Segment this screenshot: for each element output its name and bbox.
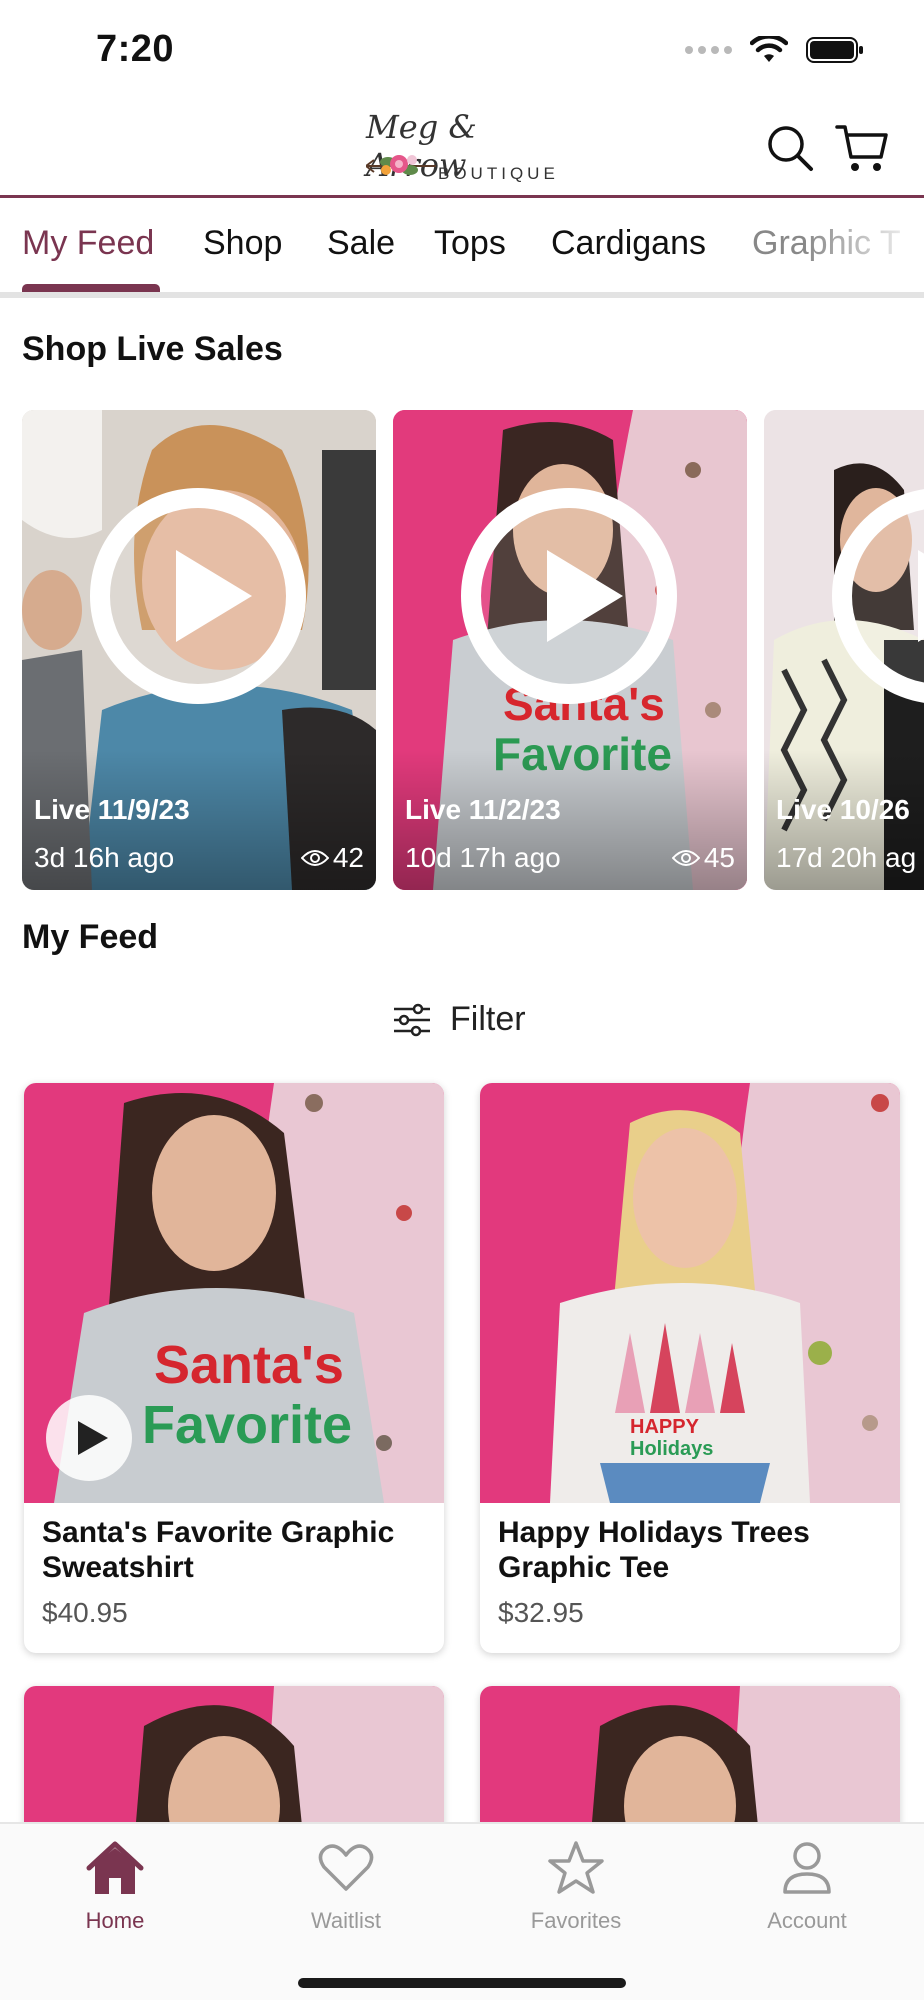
brand-logo[interactable]: Meg & Arrow BOUTIQUE [362,106,562,190]
nav-home[interactable]: Home [35,1836,195,1934]
nav-waitlist-label: Waitlist [310,1908,382,1933]
product-price: $32.95 [498,1597,584,1628]
live-date: Live 10/26 [776,794,910,825]
product-card[interactable]: HAPPY Holidays Happy Holidays Trees Grap… [480,1083,900,1653]
wifi-icon [750,36,788,62]
bottom-tab-bar: Home Waitlist Favorites Account [0,1822,924,2000]
live-date: Live 11/2/23 [405,794,561,825]
filter-sliders-icon [394,1003,430,1036]
nav-home-label: Home [85,1908,145,1933]
live-sale-card[interactable]: Live 11/9/23 3d 16h ago 42 [22,410,376,890]
product-name[interactable]: Happy Holidays Trees Graphic Tee [498,1515,878,1585]
eye-icon [300,850,329,866]
tab-shop[interactable]: Shop [203,224,282,263]
home-indicator [298,1978,626,1988]
my-feed-title: My Feed [22,918,159,956]
live-date: Live 11/9/23 [34,794,190,825]
status-icons [685,36,864,64]
home-icon [86,1841,144,1894]
cellular-signal-icon [685,46,732,54]
cart-button[interactable] [834,120,890,176]
product-price: $40.95 [42,1597,128,1628]
tab-cardigans[interactable]: Cardigans [551,224,706,263]
live-time-ago: 17d 20h ag [776,842,917,873]
product-name[interactable]: Santa's Favorite Graphic Sweatshirt [42,1515,422,1585]
view-count: 42 [300,842,364,874]
nav-favorites-label: Favorites [530,1908,622,1933]
status-bar: 7:20 [0,0,924,100]
nav-account-label: Account [767,1908,847,1933]
app-header: Meg & Arrow BOUTIQUE [0,100,924,198]
flower-arrow-icon [366,155,436,175]
tab-my-feed[interactable]: My Feed [22,224,154,263]
svg-text:Santa's: Santa's [154,1335,344,1395]
live-sale-card[interactable]: Santa's Favorite Live 11/2/23 10d 17h ag… [393,410,747,890]
eye-icon [671,850,700,866]
heart-icon [318,1844,374,1891]
nav-favorites[interactable]: Favorites [496,1836,656,1934]
product-photo: HAPPY Holidays [480,1083,900,1503]
play-icon[interactable] [90,488,306,704]
play-icon[interactable] [461,488,677,704]
live-sale-card[interactable]: Live 10/26 17d 20h ag [764,410,924,890]
status-time: 7:20 [96,28,175,70]
live-sales-title: Shop Live Sales [22,330,283,368]
cart-icon [835,125,888,171]
search-icon [768,126,813,171]
battery-icon [806,37,863,63]
live-time-ago: 3d 16h ago [34,842,175,873]
filter-label: Filter [450,1000,526,1038]
svg-text:Holidays: Holidays [630,1438,713,1460]
product-image[interactable]: HAPPY Holidays [480,1083,900,1503]
svg-text:Favorite: Favorite [142,1395,352,1455]
view-count-value: 45 [703,842,735,873]
view-count-value: 42 [332,842,364,873]
filter-button[interactable]: Filter [392,1000,526,1039]
live-time-ago: 10d 17h ago [405,842,561,873]
nav-account[interactable]: Account [727,1836,887,1934]
live-sales-carousel: Live 11/9/23 3d 16h ago 42 Santa's Favor… [0,410,924,890]
tab-sale[interactable]: Sale [327,224,395,263]
tabs-fade [804,198,924,292]
view-count: 45 [671,842,735,874]
product-card[interactable]: Santa's Favorite Santa's Favorite Graphi… [24,1083,444,1653]
product-image[interactable]: Santa's Favorite [24,1083,444,1503]
nav-waitlist[interactable]: Waitlist [266,1836,426,1934]
search-button[interactable] [762,120,818,176]
svg-text:HAPPY: HAPPY [630,1416,700,1438]
person-icon [783,1842,831,1894]
active-tab-indicator [22,284,160,292]
star-icon [548,1841,604,1894]
tab-tops[interactable]: Tops [434,224,506,263]
video-play-icon[interactable] [46,1395,132,1481]
category-tabs: My Feed Shop Sale Tops Cardigans Graphic… [0,198,924,298]
logo-subtitle: BOUTIQUE [438,164,559,183]
